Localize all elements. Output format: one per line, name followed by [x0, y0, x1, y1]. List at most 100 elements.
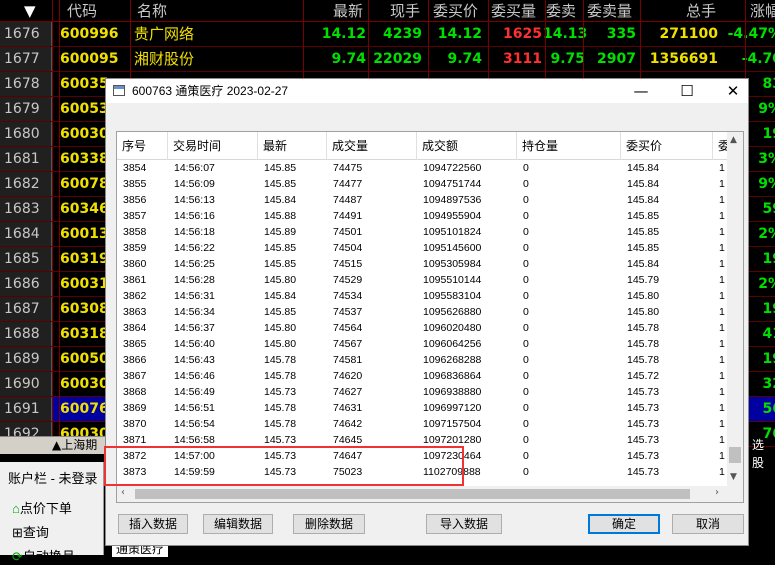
dialog-titlebar[interactable]: 600763 通策医疗 2023-02-27 — ☐ ✕	[106, 79, 748, 103]
tab-shanghai-futures[interactable]: ▲上海期	[52, 437, 97, 454]
change-fragment: 19	[762, 251, 775, 267]
table-cell: 74631	[333, 402, 363, 414]
stock-row[interactable]: 1676 600996 贵广网络 14.12 4239 14.12 1625 14.13 335…	[0, 22, 775, 47]
tab-stock-picker[interactable]: 选股	[752, 436, 775, 472]
table-row[interactable]: 3862 14:56:31 145.84 74534 1095583104 0 145.80…	[117, 288, 729, 304]
table-cell: 1096836864	[423, 370, 482, 382]
col-vol[interactable]: 总手	[686, 0, 716, 22]
stock-row[interactable]: 1677 600095 湘财股份 9.74 22029 9.74 3111 9.75 2907 1…	[0, 47, 775, 72]
table-cell: 145.84	[627, 194, 660, 206]
grid-col-header[interactable]: 委买价	[621, 132, 713, 160]
stock-code: 60035	[60, 76, 109, 92]
close-icon[interactable]: ✕	[710, 79, 756, 103]
table-cell: 1094722560	[423, 162, 482, 174]
table-cell: 145.79	[627, 274, 660, 286]
table-cell: 14:56:54	[174, 418, 215, 430]
table-cell: 0	[523, 242, 529, 254]
edit-data-button[interactable]: 编辑数据	[203, 514, 273, 534]
minimize-icon[interactable]: —	[618, 79, 664, 103]
stock-code: 600095	[60, 51, 119, 67]
auto-rollover-item[interactable]: ⟳自动换月	[12, 546, 75, 565]
table-row[interactable]: 3855 14:56:09 145.85 74477 1094751744 0 145.84…	[117, 176, 729, 192]
table-cell: 1095510144	[423, 274, 482, 286]
total-volume: 271100	[659, 26, 718, 42]
grid-col-header[interactable]: 序号	[117, 132, 168, 160]
col-ask[interactable]: 委卖	[546, 0, 576, 22]
horizontal-scrollbar[interactable]: ‹ ›	[117, 486, 729, 502]
col-cur[interactable]: 现手	[390, 0, 420, 22]
table-row[interactable]: 3865 14:56:40 145.80 74567 1096064256 0 145.78…	[117, 336, 729, 352]
ok-button[interactable]: 确定	[588, 514, 660, 534]
table-row[interactable]: 3864 14:56:37 145.80 74564 1096020480 0 145.78…	[117, 320, 729, 336]
col-askv[interactable]: 委卖量	[587, 0, 632, 22]
scroll-left-icon[interactable]: ‹	[121, 487, 125, 498]
table-row[interactable]: 3854 14:56:07 145.85 74475 1094722560 0 145.84…	[117, 160, 729, 176]
col-bidv[interactable]: 委买量	[491, 0, 536, 22]
grid-col-header[interactable]: 最新	[258, 132, 327, 160]
price-order-item[interactable]: ⌂点价下单	[12, 498, 72, 517]
table-cell: 145.84	[264, 194, 297, 206]
col-name[interactable]: 名称	[137, 0, 167, 22]
change-fragment: 19	[762, 351, 775, 367]
table-cell: 1097157504	[423, 418, 482, 430]
table-row[interactable]: 3863 14:56:34 145.85 74537 1095626880 0 145.80…	[117, 304, 729, 320]
table-row[interactable]: 3859 14:56:22 145.85 74504 1095145600 0 145.85…	[117, 240, 729, 256]
table-cell: 0	[523, 226, 529, 238]
table-cell: 74620	[333, 370, 363, 382]
table-cell: 14:56:31	[174, 290, 215, 302]
table-cell: 145.85	[264, 258, 297, 270]
table-cell: 3863	[123, 306, 147, 318]
vertical-scrollbar[interactable]: ▲ ▼	[727, 132, 743, 488]
sort-arrow-icon[interactable]: ▼	[24, 0, 36, 22]
scroll-up-icon[interactable]: ▲	[730, 135, 737, 145]
ask-price: 9.75	[550, 51, 585, 67]
table-row[interactable]: 3856 14:56:13 145.84 74487 1094897536 0 145.84…	[117, 192, 729, 208]
expand-icon: ⊞	[12, 525, 23, 540]
table-cell: 1094751744	[423, 178, 482, 190]
table-row[interactable]: 3857 14:56:16 145.88 74491 1094955904 0 145.85…	[117, 208, 729, 224]
col-bid[interactable]: 委买价	[433, 0, 478, 22]
import-data-button[interactable]: 导入数据	[426, 514, 502, 534]
delete-data-button[interactable]: 删除数据	[293, 514, 365, 534]
table-cell: 3859	[123, 242, 147, 254]
table-cell: 3862	[123, 290, 147, 302]
table-cell: 1096268288	[423, 354, 482, 366]
scroll-down-icon[interactable]: ▼	[730, 472, 737, 482]
col-code[interactable]: 代码	[67, 0, 97, 22]
table-row[interactable]: 3868 14:56:49 145.73 74627 1096938880 0 145.73…	[117, 384, 729, 400]
table-row[interactable]: 3870 14:56:54 145.78 74642 1097157504 0 145.73…	[117, 416, 729, 432]
table-row[interactable]: 3858 14:56:18 145.89 74501 1095101824 0 145.85…	[117, 224, 729, 240]
table-row[interactable]: 3866 14:56:43 145.78 74581 1096268288 0 145.78…	[117, 352, 729, 368]
ask-price: 14.13	[543, 26, 588, 42]
current-vol: 22029	[373, 51, 422, 67]
col-chg[interactable]: 涨幅	[750, 0, 775, 22]
col-last[interactable]: 最新	[333, 0, 363, 22]
table-cell: 145.73	[264, 386, 297, 398]
table-cell: 0	[523, 178, 529, 190]
maximize-icon[interactable]: ☐	[664, 79, 710, 103]
table-cell: 14:56:09	[174, 178, 215, 190]
cancel-button[interactable]: 取消	[672, 514, 744, 534]
vertical-scroll-thumb[interactable]	[729, 447, 741, 463]
scroll-right-icon[interactable]: ›	[715, 487, 719, 498]
row-number: 1683	[0, 197, 52, 221]
table-cell: 145.80	[264, 338, 297, 350]
table-cell: 3869	[123, 402, 147, 414]
table-row[interactable]: 3860 14:56:25 145.85 74515 1095305984 0 145.84…	[117, 256, 729, 272]
horizontal-scroll-thumb[interactable]	[135, 489, 690, 499]
table-cell: 0	[523, 162, 529, 174]
table-row[interactable]: 3861 14:56:28 145.80 74529 1095510144 0 145.79…	[117, 272, 729, 288]
grid-col-header[interactable]: 成交量	[327, 132, 417, 160]
grid-col-header[interactable]: 持仓量	[517, 132, 621, 160]
table-cell: 1096938880	[423, 386, 482, 398]
grid-col-header[interactable]: 交易时间	[168, 132, 258, 160]
table-row[interactable]: 3867 14:56:46 145.78 74620 1096836864 0 145.72…	[117, 368, 729, 384]
table-cell: 1094897536	[423, 194, 482, 206]
table-cell: 145.89	[264, 226, 297, 238]
change-fragment: 2%	[758, 226, 775, 242]
grid-col-header[interactable]: 成交额	[417, 132, 517, 160]
query-item[interactable]: ⊞查询	[12, 522, 49, 541]
table-cell: 14:56:46	[174, 370, 215, 382]
insert-data-button[interactable]: 插入数据	[118, 514, 188, 534]
table-row[interactable]: 3869 14:56:51 145.78 74631 1096997120 0 145.73…	[117, 400, 729, 416]
